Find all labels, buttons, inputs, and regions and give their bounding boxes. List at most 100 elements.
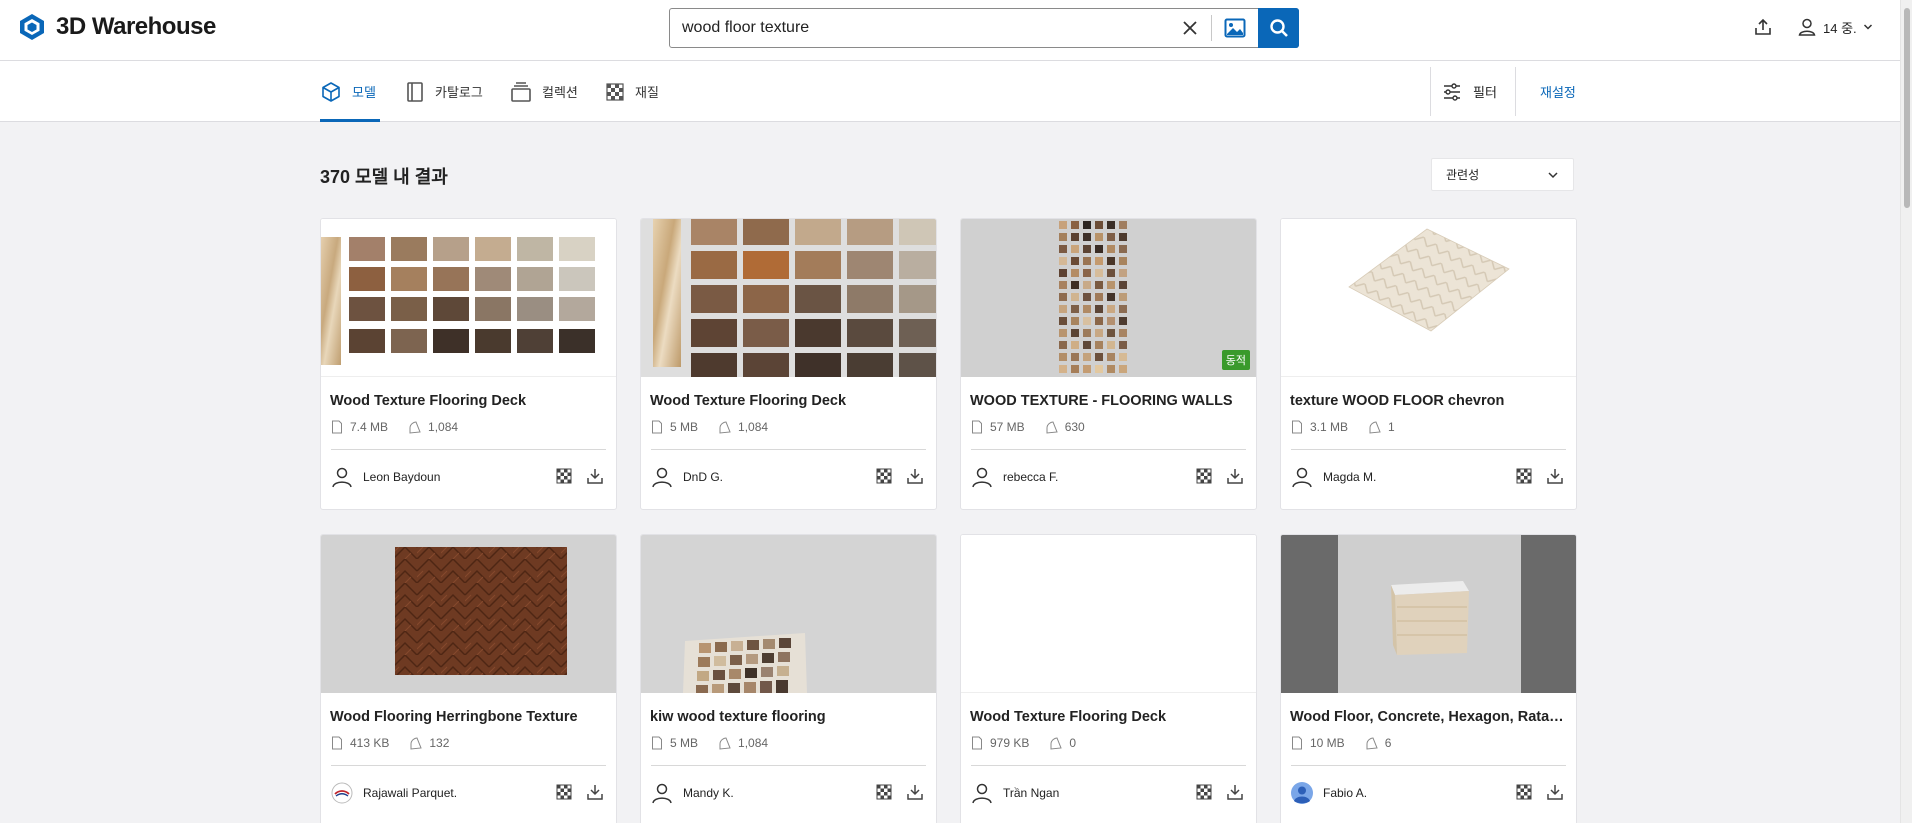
author[interactable]: Mandy K. bbox=[651, 782, 734, 804]
card-divider bbox=[971, 765, 1246, 766]
model-title[interactable]: texture WOOD FLOOR chevron bbox=[1290, 393, 1570, 409]
download-icon[interactable] bbox=[906, 467, 924, 485]
download-icon[interactable] bbox=[1226, 467, 1244, 485]
download-icon[interactable] bbox=[1546, 783, 1564, 801]
clear-search-button[interactable] bbox=[1169, 9, 1211, 47]
image-search-button[interactable] bbox=[1212, 9, 1258, 47]
model-title[interactable]: Wood Texture Flooring Deck bbox=[970, 709, 1250, 725]
material-icon[interactable] bbox=[876, 468, 892, 484]
upload-icon bbox=[1755, 18, 1771, 35]
image-icon bbox=[1224, 18, 1246, 38]
card-actions bbox=[876, 783, 924, 801]
like-icon bbox=[409, 420, 421, 434]
model-thumbnail[interactable] bbox=[641, 219, 936, 377]
model-title[interactable]: Wood Texture Flooring Deck bbox=[330, 393, 610, 409]
model-card[interactable]: 동적 WOOD TEXTURE - FLOORING WALLS 57 MB 6… bbox=[960, 218, 1257, 510]
herringbone-image bbox=[395, 547, 567, 675]
reset-label: 재설정 bbox=[1540, 85, 1576, 100]
nav-divider bbox=[1430, 67, 1431, 116]
model-card[interactable]: Wood Flooring Herringbone Texture 413 KB… bbox=[320, 534, 617, 823]
model-meta: 979 KB 0 bbox=[971, 736, 1088, 750]
file-icon bbox=[972, 420, 982, 434]
model-card[interactable]: Wood Texture Flooring Deck 979 KB 0 Trần… bbox=[960, 534, 1257, 823]
model-meta: 57 MB 630 bbox=[971, 420, 1097, 434]
material-icon[interactable] bbox=[556, 784, 572, 800]
user-menu[interactable]: 14 중. bbox=[1797, 17, 1873, 37]
sort-label: 관련성 bbox=[1446, 168, 1480, 182]
like-count: 1 bbox=[1388, 420, 1395, 434]
download-icon[interactable] bbox=[1546, 467, 1564, 485]
search-button[interactable] bbox=[1258, 8, 1299, 48]
material-icon[interactable] bbox=[1516, 784, 1532, 800]
tab-catalog[interactable]: 카탈로그 bbox=[405, 61, 483, 122]
scrollbar-thumb[interactable] bbox=[1904, 8, 1910, 208]
model-thumbnail[interactable] bbox=[1281, 535, 1576, 693]
file-size: 413 KB bbox=[350, 736, 390, 750]
user-icon bbox=[972, 467, 992, 488]
model-meta: 5 MB 1,084 bbox=[651, 736, 780, 750]
author[interactable]: Rajawali Parquet. bbox=[331, 782, 457, 804]
card-actions bbox=[556, 467, 604, 485]
avatar bbox=[651, 466, 673, 488]
material-icon bbox=[606, 82, 624, 101]
model-thumbnail[interactable]: 동적 bbox=[961, 219, 1256, 377]
wood-swatch-column-image bbox=[1059, 221, 1127, 373]
search-input[interactable] bbox=[670, 9, 1169, 47]
model-title[interactable]: WOOD TEXTURE - FLOORING WALLS bbox=[970, 393, 1250, 409]
chevron-tile-image bbox=[1348, 228, 1510, 332]
model-card[interactable]: texture WOOD FLOOR chevron 3.1 MB 1 Magd… bbox=[1280, 218, 1577, 510]
model-thumbnail[interactable] bbox=[321, 219, 616, 377]
author-name: DnD G. bbox=[683, 470, 724, 484]
author[interactable]: Trần Ngan bbox=[971, 782, 1059, 804]
like-count: 1,084 bbox=[738, 420, 769, 434]
model-thumbnail[interactable] bbox=[321, 535, 616, 693]
like-icon bbox=[1050, 736, 1063, 750]
tab-models[interactable]: 모델 bbox=[320, 61, 380, 122]
model-title[interactable]: Wood Texture Flooring Deck bbox=[650, 393, 930, 409]
material-icon[interactable] bbox=[556, 468, 572, 484]
model-title[interactable]: Wood Floor, Concrete, Hexagon, Ratan ... bbox=[1290, 709, 1570, 725]
model-thumbnail[interactable] bbox=[1281, 219, 1576, 377]
file-icon bbox=[332, 420, 342, 434]
model-thumbnail[interactable] bbox=[641, 535, 936, 693]
card-divider bbox=[651, 765, 926, 766]
model-card[interactable]: kiw wood texture flooring 5 MB 1,084 Man… bbox=[640, 534, 937, 823]
material-icon[interactable] bbox=[1196, 784, 1212, 800]
model-card[interactable]: Wood Texture Flooring Deck 5 MB 1,084 Dn… bbox=[640, 218, 937, 510]
model-title[interactable]: Wood Flooring Herringbone Texture bbox=[330, 709, 610, 725]
model-card[interactable]: Wood Texture Flooring Deck 7.4 MB 1,084 … bbox=[320, 218, 617, 510]
material-icon[interactable] bbox=[876, 784, 892, 800]
model-meta: 10 MB 6 bbox=[1291, 736, 1403, 750]
download-icon[interactable] bbox=[586, 467, 604, 485]
model-thumbnail[interactable] bbox=[961, 535, 1256, 693]
author[interactable]: rebecca F. bbox=[971, 466, 1058, 488]
author-name: rebecca F. bbox=[1003, 470, 1059, 484]
material-icon[interactable] bbox=[1196, 468, 1212, 484]
download-icon[interactable] bbox=[1226, 783, 1244, 801]
file-icon bbox=[332, 736, 342, 750]
upload-button[interactable] bbox=[1753, 17, 1773, 42]
author[interactable]: Leon Baydoun bbox=[331, 466, 440, 488]
tab-materials[interactable]: 재질 bbox=[605, 61, 659, 122]
cube-icon bbox=[322, 81, 340, 102]
model-card[interactable]: Wood Floor, Concrete, Hexagon, Ratan ...… bbox=[1280, 534, 1577, 823]
filter-button[interactable]: 필터 bbox=[1443, 61, 1497, 122]
download-icon[interactable] bbox=[906, 783, 924, 801]
page-scrollbar[interactable] bbox=[1900, 0, 1912, 823]
wood-swatch-grid-image bbox=[349, 237, 595, 353]
user-icon bbox=[332, 467, 352, 488]
author[interactable]: Magda M. bbox=[1291, 466, 1376, 488]
avatar bbox=[331, 782, 353, 804]
download-icon[interactable] bbox=[586, 783, 604, 801]
like-count: 6 bbox=[1384, 736, 1392, 750]
author[interactable]: Fabio A. bbox=[1291, 782, 1367, 804]
avatar bbox=[971, 466, 993, 488]
tab-collections[interactable]: 컬렉션 bbox=[510, 61, 578, 122]
results-count-title: 370 모델 내 결과 bbox=[320, 167, 448, 187]
material-icon[interactable] bbox=[1516, 468, 1532, 484]
logo[interactable]: 3D Warehouse bbox=[18, 13, 216, 41]
sort-dropdown[interactable]: 관련성 bbox=[1431, 158, 1574, 191]
model-title[interactable]: kiw wood texture flooring bbox=[650, 709, 930, 725]
reset-button[interactable]: 재설정 bbox=[1540, 61, 1576, 122]
author[interactable]: DnD G. bbox=[651, 466, 723, 488]
